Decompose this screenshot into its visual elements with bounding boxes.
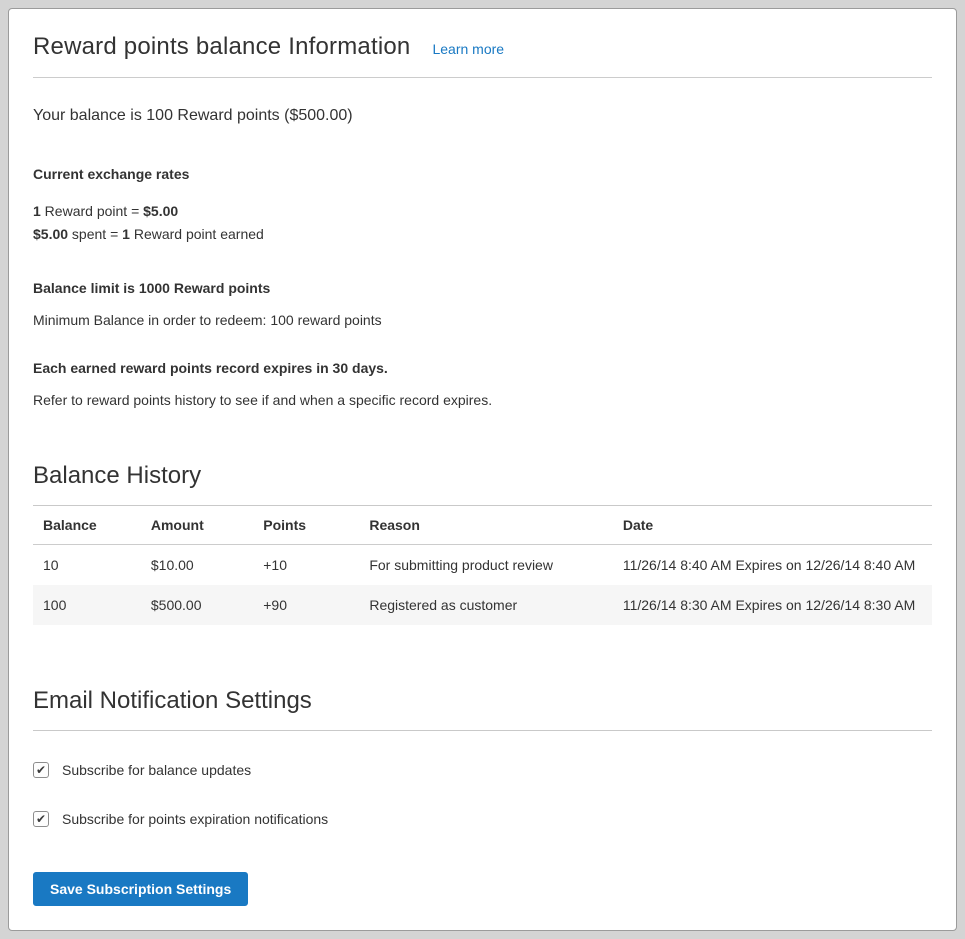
table-row: 100 $500.00 +90 Registered as customer 1… <box>33 585 932 625</box>
rate1-amount: $5.00 <box>143 203 178 219</box>
cell-date: 11/26/14 8:40 AM Expires on 12/26/14 8:4… <box>613 545 932 586</box>
points-expiration-option: ✔ Subscribe for points expiration notifi… <box>33 811 932 827</box>
column-header-balance: Balance <box>33 506 141 545</box>
table-row: 10 $10.00 +10 For submitting product rev… <box>33 545 932 586</box>
page-title: Reward points balance Information <box>33 33 410 61</box>
exchange-rates-heading: Current exchange rates <box>33 166 932 182</box>
expiry-note-text: Refer to reward points history to see if… <box>33 392 932 408</box>
rate-line1: 1 Reward point = $5.00 <box>33 203 178 219</box>
cell-balance: 10 <box>33 545 141 586</box>
learn-more-link[interactable]: Learn more <box>432 41 504 57</box>
points-expiration-checkbox[interactable]: ✔ <box>33 811 49 827</box>
rate2-end: Reward point earned <box>130 226 264 242</box>
balance-updates-label[interactable]: Subscribe for balance updates <box>62 762 251 778</box>
cell-balance: 100 <box>33 585 141 625</box>
rate2-points: 1 <box>122 226 130 242</box>
balance-updates-option: ✔ Subscribe for balance updates <box>33 762 932 778</box>
cell-reason: Registered as customer <box>359 585 613 625</box>
cell-points: +10 <box>253 545 359 586</box>
column-header-points: Points <box>253 506 359 545</box>
cell-points: +90 <box>253 585 359 625</box>
points-expiration-label[interactable]: Subscribe for points expiration notifica… <box>62 811 328 827</box>
rate1-mid: Reward point = <box>41 203 143 219</box>
balance-history-table: Balance Amount Points Reason Date 10 $10… <box>33 506 932 625</box>
save-subscription-settings-button[interactable]: Save Subscription Settings <box>33 872 248 906</box>
rate2-mid: spent = <box>68 226 122 242</box>
email-notification-heading: Email Notification Settings <box>33 687 932 731</box>
email-notification-section: Email Notification Settings ✔ Subscribe … <box>33 687 932 906</box>
checkmark-icon: ✔ <box>36 813 46 825</box>
column-header-amount: Amount <box>141 506 253 545</box>
cell-date: 11/26/14 8:30 AM Expires on 12/26/14 8:3… <box>613 585 932 625</box>
rate-line2: $5.00 spent = 1 Reward point earned <box>33 226 264 242</box>
expiry-text: Each earned reward points record expires… <box>33 360 932 376</box>
exchange-rates-text: 1 Reward point = $5.00 $5.00 spent = 1 R… <box>33 200 932 246</box>
table-header-row: Balance Amount Points Reason Date <box>33 506 932 545</box>
column-header-date: Date <box>613 506 932 545</box>
notification-options: ✔ Subscribe for balance updates ✔ Subscr… <box>33 762 932 827</box>
balance-updates-checkbox[interactable]: ✔ <box>33 762 49 778</box>
cell-amount: $10.00 <box>141 545 253 586</box>
cell-reason: For submitting product review <box>359 545 613 586</box>
page-header: Reward points balance Information Learn … <box>33 23 932 78</box>
balance-summary: Your balance is 100 Reward points ($500.… <box>33 107 932 125</box>
checkmark-icon: ✔ <box>36 764 46 776</box>
minimum-balance-text: Minimum Balance in order to redeem: 100 … <box>33 312 932 328</box>
balance-history-heading: Balance History <box>33 462 932 506</box>
balance-limit-text: Balance limit is 1000 Reward points <box>33 280 932 296</box>
rate2-amount: $5.00 <box>33 226 68 242</box>
column-header-reason: Reason <box>359 506 613 545</box>
cell-amount: $500.00 <box>141 585 253 625</box>
reward-points-card: Reward points balance Information Learn … <box>8 8 957 931</box>
rate1-points: 1 <box>33 203 41 219</box>
balance-history-section: Balance History Balance Amount Points Re… <box>33 462 932 625</box>
